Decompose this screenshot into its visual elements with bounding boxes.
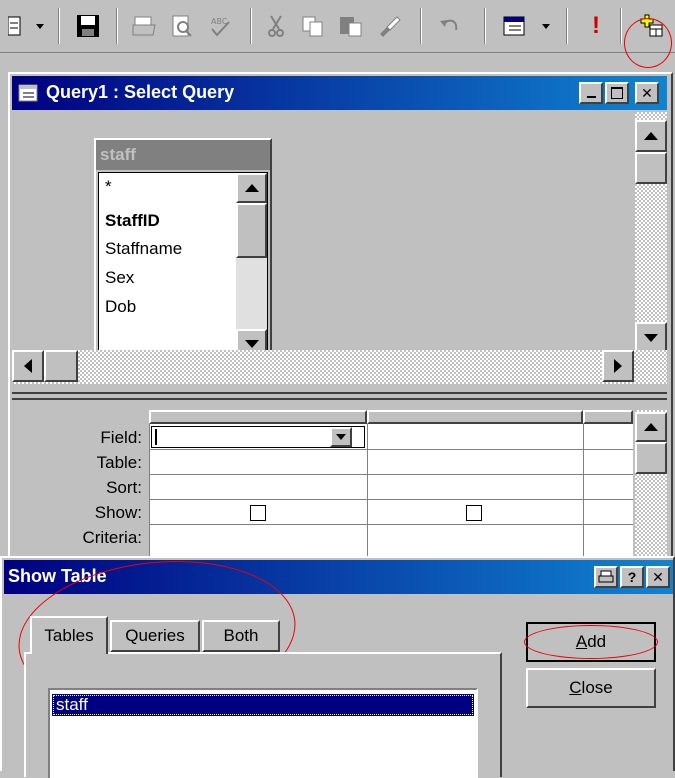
field-item[interactable]: Dob xyxy=(105,297,136,317)
grid-row-label: Field: xyxy=(100,428,142,447)
scroll-left-button[interactable] xyxy=(12,350,44,382)
close-button[interactable]: Close xyxy=(526,668,656,708)
format-painter-icon[interactable] xyxy=(370,6,410,46)
grid-row-label: Sort: xyxy=(106,478,142,497)
view-dropdown-arrow-icon[interactable] xyxy=(30,6,50,46)
field-item-primary-key[interactable]: StaffID xyxy=(105,211,160,231)
design-grid: Field: Table: Sort: Show: Criteria: xyxy=(12,410,667,572)
show-checkbox[interactable] xyxy=(466,505,482,521)
tab-tables[interactable]: Tables xyxy=(30,616,108,654)
show-table-icon[interactable] xyxy=(630,6,670,46)
query-window-title: Query1 : Select Query xyxy=(46,82,235,102)
show-checkbox[interactable] xyxy=(250,505,266,521)
tab-label: Both xyxy=(223,626,259,645)
field-item[interactable]: * xyxy=(105,177,112,197)
show-table-titlebar[interactable]: Show Table ? ✕ xyxy=(4,560,673,594)
query-window-titlebar[interactable]: Query1 : Select Query ✕ xyxy=(12,76,667,110)
scroll-thumb[interactable] xyxy=(236,203,267,258)
undo-icon[interactable] xyxy=(428,6,472,46)
query-type-dropdown-arrow-icon[interactable] xyxy=(536,6,556,46)
field-list-box: * StaffID Staffname Sex Dob xyxy=(98,172,268,360)
column-selector[interactable] xyxy=(367,410,583,424)
scroll-up-button[interactable] xyxy=(236,173,267,203)
table-area: staff * StaffID Staffname Sex Dob xyxy=(12,112,667,422)
scroll-up-button[interactable] xyxy=(635,412,667,442)
scroll-thumb[interactable] xyxy=(44,350,78,382)
help-icon[interactable]: ? xyxy=(620,566,644,588)
spelling-icon[interactable]: ABC xyxy=(200,6,240,46)
scroll-thumb[interactable] xyxy=(635,152,667,184)
add-button-label: Add xyxy=(575,632,607,651)
close-button-label: Close xyxy=(569,678,613,697)
run-icon[interactable]: ! xyxy=(574,6,618,46)
field-list-staff[interactable]: staff * StaffID Staffname Sex Dob xyxy=(94,138,272,364)
tab-both[interactable]: Both xyxy=(202,620,280,652)
tab-panel: staff xyxy=(24,652,502,778)
close-icon[interactable]: ✕ xyxy=(646,566,670,588)
field-combo[interactable] xyxy=(151,426,365,448)
run-glyph: ! xyxy=(592,12,600,39)
copy-icon[interactable] xyxy=(294,6,332,46)
minimize-button[interactable] xyxy=(579,82,603,104)
tab-queries[interactable]: Queries xyxy=(110,620,200,652)
toolbar: ABC ! xyxy=(0,0,675,53)
tab-label: Tables xyxy=(44,626,94,645)
show-table-dialog: Show Table ? ✕ Tables Queries Both staff… xyxy=(0,556,675,778)
print-icon[interactable] xyxy=(124,6,164,46)
view-icon[interactable] xyxy=(0,6,30,46)
print-preview-icon[interactable] xyxy=(164,6,200,46)
pane-splitter[interactable] xyxy=(12,392,667,400)
text-cursor xyxy=(155,429,157,445)
field-list-scrollbar[interactable] xyxy=(236,173,267,359)
field-item[interactable]: Staffname xyxy=(105,239,182,259)
show-table-title: Show Table xyxy=(8,566,107,586)
paste-icon[interactable] xyxy=(332,6,370,46)
scroll-right-button[interactable] xyxy=(602,350,634,382)
field-item[interactable]: Sex xyxy=(105,268,134,288)
grid-row-label: Show: xyxy=(94,503,142,522)
list-item-selected[interactable]: staff xyxy=(52,694,474,716)
close-icon[interactable]: ✕ xyxy=(635,82,659,104)
table-list[interactable]: staff xyxy=(48,688,478,778)
table-area-vscrollbar[interactable] xyxy=(635,112,667,384)
maximize-button[interactable] xyxy=(605,82,629,104)
save-icon[interactable] xyxy=(66,6,110,46)
grid-row-label: Table: xyxy=(96,453,142,472)
add-button[interactable]: Add xyxy=(526,622,656,662)
field-dropdown-button[interactable] xyxy=(330,427,352,447)
column-selector[interactable] xyxy=(149,410,367,424)
query-window-icon xyxy=(18,84,38,102)
design-grid-vscrollbar[interactable] xyxy=(635,410,667,558)
scroll-up-button[interactable] xyxy=(635,120,667,152)
tab-label: Queries xyxy=(125,626,185,645)
print-icon[interactable] xyxy=(594,566,618,588)
cut-icon[interactable] xyxy=(258,6,294,46)
column-selector[interactable] xyxy=(583,410,633,424)
scroll-thumb[interactable] xyxy=(635,442,667,474)
table-area-hscrollbar[interactable] xyxy=(12,350,667,384)
query-window: Query1 : Select Query ✕ staff * StaffID … xyxy=(8,72,673,572)
query-type-icon[interactable] xyxy=(492,6,536,46)
list-item-label: staff xyxy=(56,695,88,714)
field-list-title: staff xyxy=(96,140,270,170)
grid-row-label: Criteria: xyxy=(82,528,142,543)
